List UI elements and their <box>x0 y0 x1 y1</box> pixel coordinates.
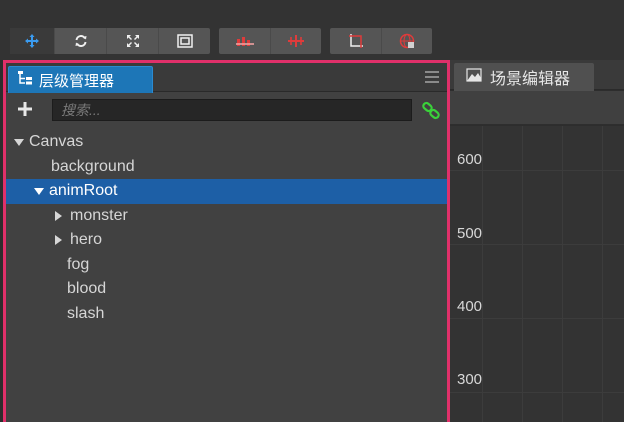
tree-node-label: Canvas <box>29 133 84 151</box>
pivot-tools-group <box>219 28 321 54</box>
move-icon <box>25 34 39 48</box>
globe-icon <box>399 33 415 49</box>
tree-node[interactable]: Canvas <box>6 130 447 155</box>
tree-node[interactable]: fog <box>6 253 447 278</box>
hierarchy-panel-header: 层级管理器 <box>6 63 447 93</box>
tree-node[interactable]: hero <box>6 228 447 253</box>
expand-arrow-down-icon[interactable] <box>34 187 44 195</box>
link-icon[interactable] <box>421 101 441 121</box>
grid-line <box>450 318 624 319</box>
tree-node-label: hero <box>70 231 103 249</box>
hierarchy-icon <box>17 70 33 91</box>
tree-node-label: blood <box>67 280 107 298</box>
tree-node[interactable]: monster <box>6 204 447 229</box>
expand-arrow-right-icon[interactable] <box>55 210 62 221</box>
tab-scene-editor-label: 场景编辑器 <box>490 71 571 88</box>
grid-line <box>450 170 624 171</box>
global-pivot-icon <box>287 35 305 47</box>
ruler-label-400: 400 <box>457 298 483 315</box>
scale-icon <box>126 34 140 48</box>
snap-icon <box>348 33 364 49</box>
scene-icon <box>466 67 482 88</box>
ruler-label-300: 300 <box>457 371 483 388</box>
ruler-label-500: 500 <box>457 225 483 242</box>
scale-tool-button[interactable] <box>106 28 158 54</box>
move-tool-button[interactable] <box>10 28 54 54</box>
tree-node-label: slash <box>67 304 105 322</box>
scene-viewport[interactable]: 600 500 400 300 <box>450 126 624 422</box>
transform-tools-group <box>10 28 210 54</box>
global-pivot-button[interactable] <box>270 28 321 54</box>
tab-scene-editor[interactable]: 场景编辑器 <box>454 63 594 91</box>
rect-tool-button[interactable] <box>158 28 210 54</box>
snap-button[interactable] <box>330 28 381 54</box>
tree-node[interactable]: blood <box>6 277 447 302</box>
globe-button[interactable] <box>381 28 432 54</box>
grid-line <box>450 244 624 245</box>
hierarchy-panel: 层级管理器 Canvas background animRoot monster her… <box>3 60 450 422</box>
tree-node-label: monster <box>70 206 128 224</box>
add-node-button[interactable] <box>16 100 34 118</box>
tree-node-label: background <box>51 157 135 175</box>
scene-panel-header: 场景编辑器 <box>450 60 624 91</box>
tree-node-label: animRoot <box>49 182 118 200</box>
tab-hierarchy[interactable]: 层级管理器 <box>8 66 153 93</box>
main-toolbar <box>0 0 624 60</box>
tree-node[interactable]: slash <box>6 302 447 327</box>
tree-node-label: fog <box>67 255 90 273</box>
expand-arrow-down-icon[interactable] <box>14 138 24 146</box>
ruler-label-600: 600 <box>457 151 483 168</box>
rect-icon <box>176 34 193 48</box>
expand-arrow-right-icon[interactable] <box>55 235 62 246</box>
panel-menu-icon[interactable] <box>425 71 439 83</box>
hierarchy-search-row <box>6 93 447 127</box>
local-pivot-icon <box>235 35 254 47</box>
node-tree: Canvas background animRoot monster hero fog bl… <box>6 130 447 326</box>
tab-hierarchy-label: 层级管理器 <box>39 72 115 90</box>
rotate-tool-button[interactable] <box>54 28 106 54</box>
rotate-icon <box>74 34 88 48</box>
grid-line <box>450 392 624 393</box>
tree-node[interactable]: animRoot <box>6 179 447 204</box>
local-pivot-button[interactable] <box>219 28 270 54</box>
hierarchy-search-input[interactable] <box>52 99 412 121</box>
plus-icon <box>18 102 32 116</box>
tree-node[interactable]: background <box>6 155 447 180</box>
snap-tools-group <box>330 28 432 54</box>
scene-toolbar <box>450 91 624 125</box>
